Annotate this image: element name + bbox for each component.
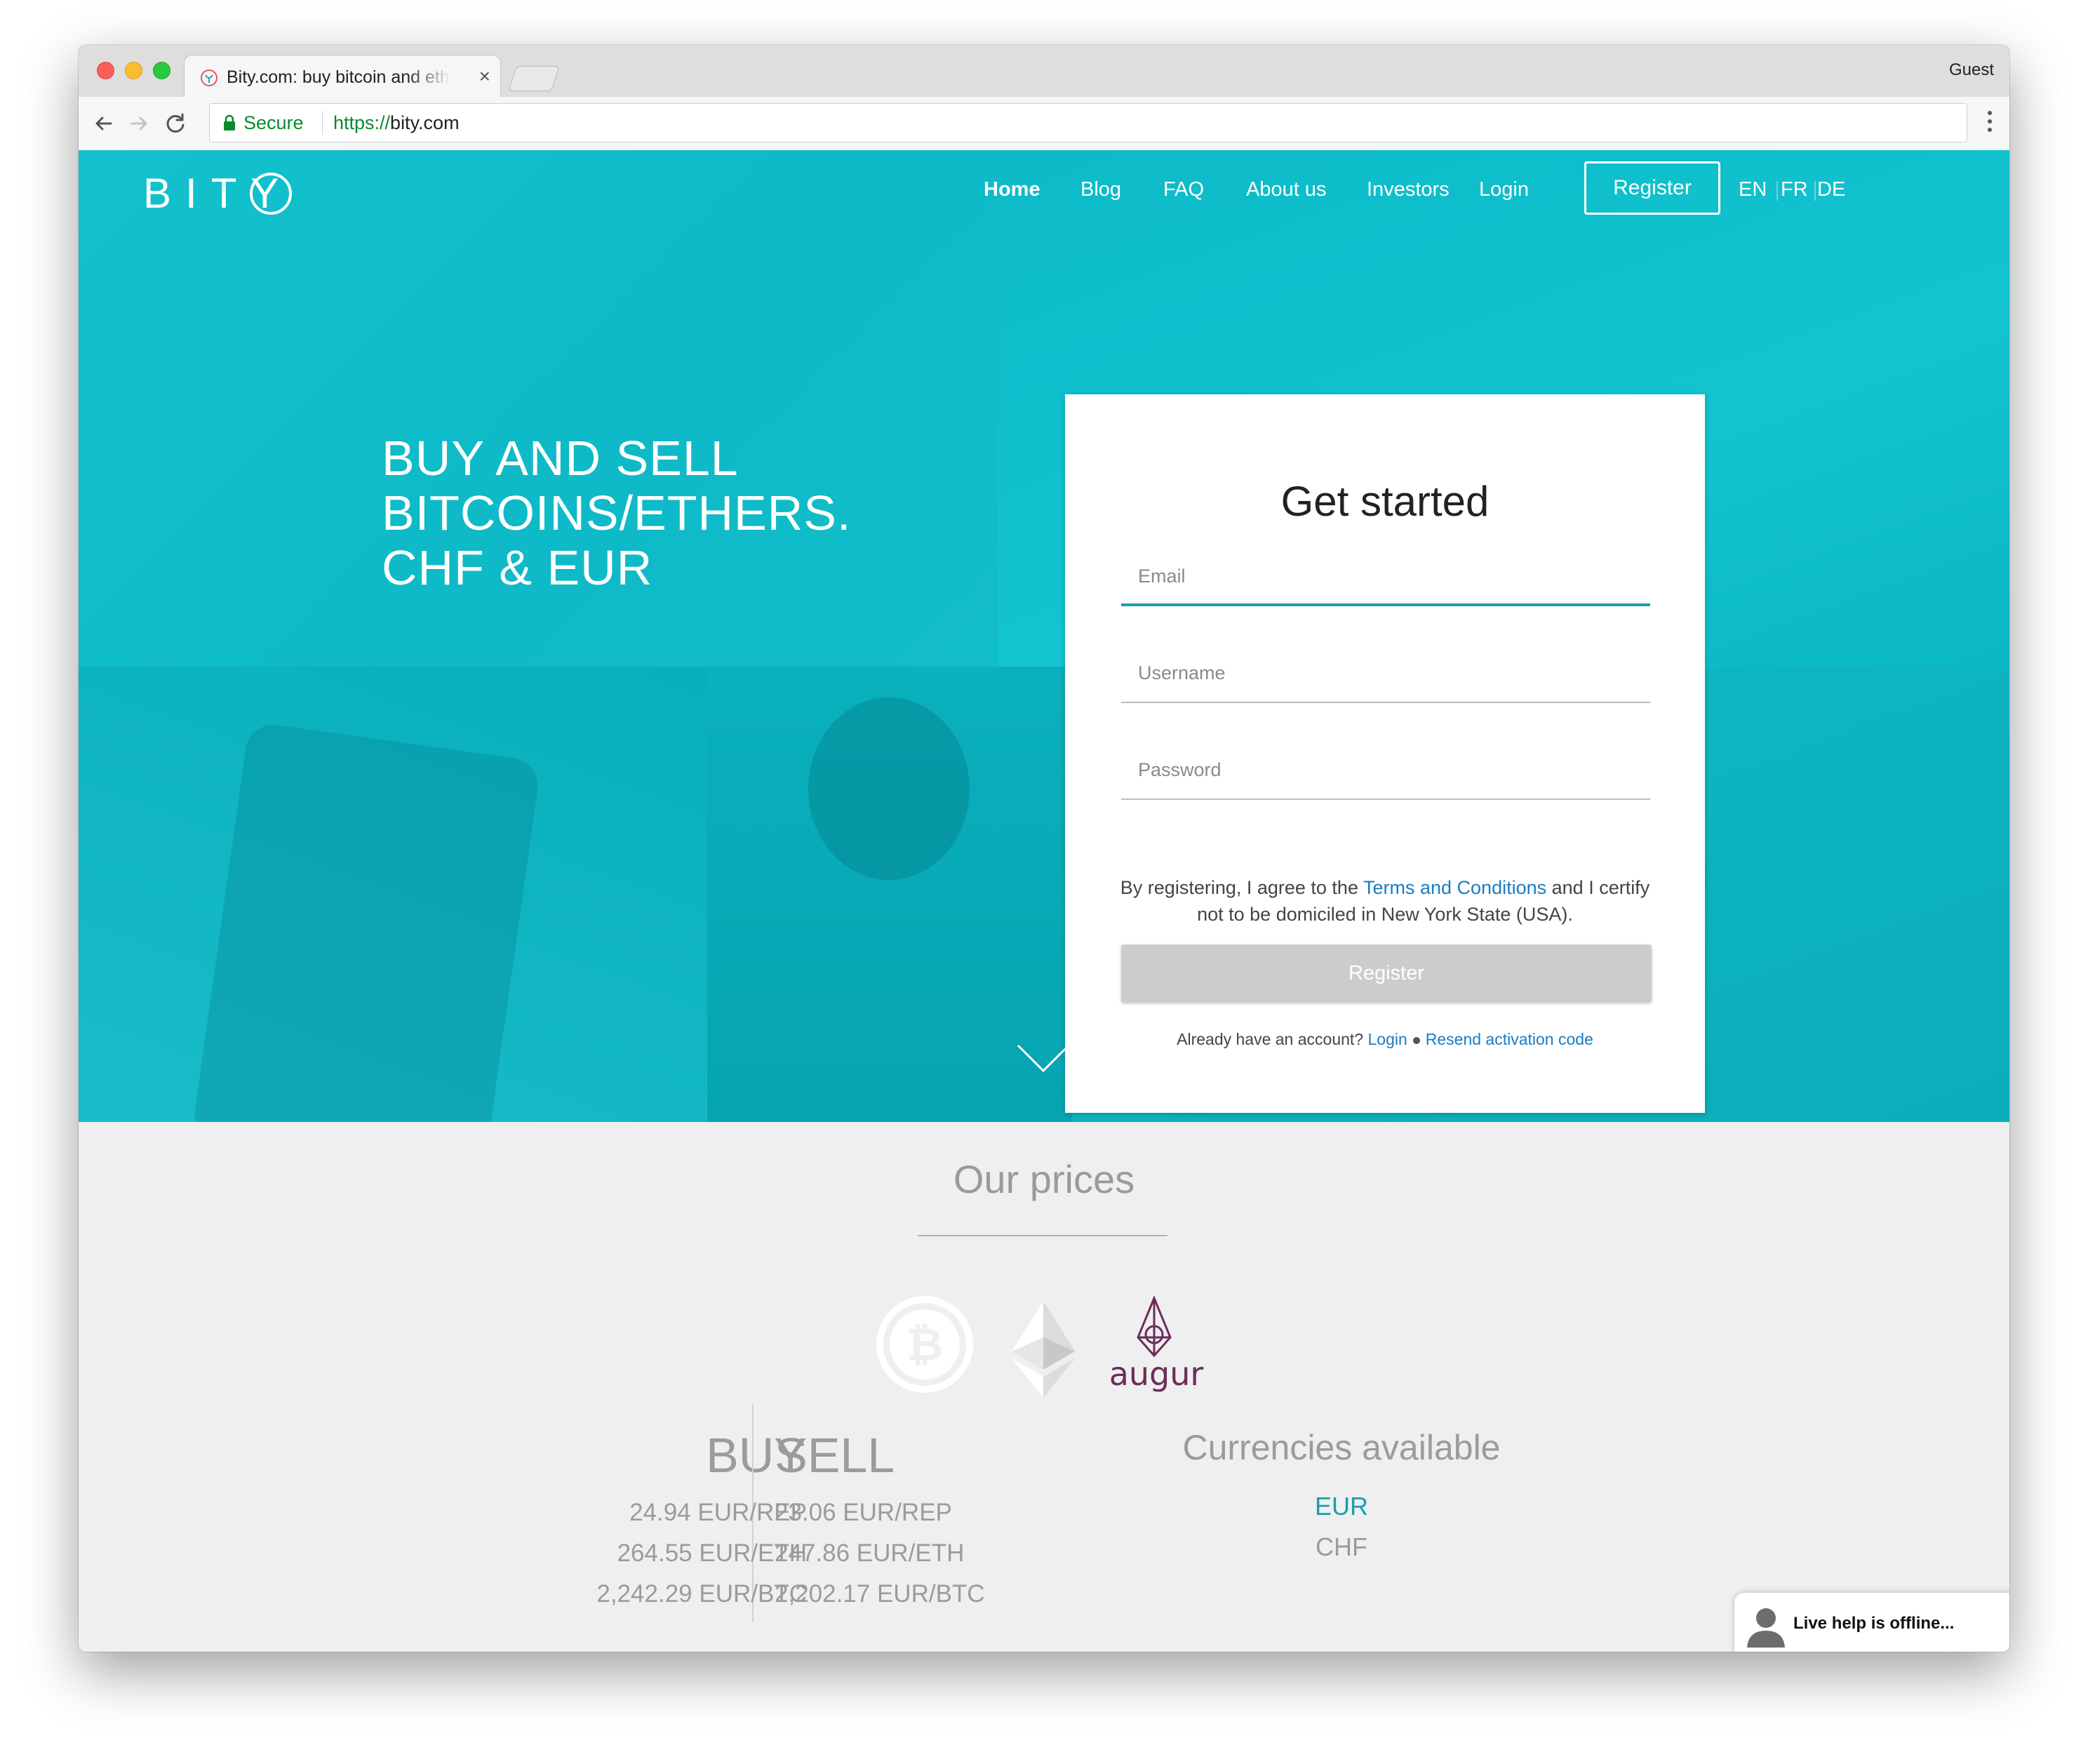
nav-login[interactable]: Login — [1479, 178, 1529, 201]
lang-de[interactable]: DE — [1817, 178, 1845, 201]
lock-icon — [224, 114, 235, 131]
browser-tab[interactable]: Bity.com: buy bitcoin and ethers × — [184, 55, 501, 99]
lang-fr[interactable]: FR — [1781, 178, 1808, 201]
buy-price-eth: 264.55 EUR/ETH — [617, 1539, 807, 1567]
signup-title: Get started — [1280, 478, 1490, 525]
nav-blog[interactable]: Blog — [1080, 178, 1121, 201]
bitcoin-icon[interactable]: ₿ — [876, 1295, 974, 1394]
signup-card: Get started Email Username Password By r… — [1065, 394, 1705, 1113]
currencies-header: Currencies available — [1182, 1428, 1501, 1467]
email-underline — [1121, 603, 1650, 606]
buy-price-btc: 2,242.29 EUR/BTC — [596, 1580, 807, 1608]
address-bar[interactable]: Secure https://bity.com — [209, 103, 1967, 142]
augur-icon[interactable]: augur — [1110, 1294, 1215, 1399]
nav-investors[interactable]: Investors — [1367, 178, 1450, 201]
browser-toolbar: Secure https://bity.com — [79, 97, 2009, 151]
register-submit-button[interactable]: Register — [1121, 944, 1652, 1002]
hero-headline: BUY AND SELL BITCOINS/ETHERS. CHF & EUR — [382, 431, 851, 595]
bity-logo[interactable]: BITY — [143, 160, 326, 223]
zoom-window-button[interactable] — [153, 62, 170, 79]
nav-faq[interactable]: FAQ — [1163, 178, 1204, 201]
browser-menu-icon[interactable] — [1987, 111, 1993, 136]
username-underline — [1121, 702, 1650, 703]
email-placeholder: Email — [1138, 566, 1186, 587]
nav-home[interactable]: Home — [984, 178, 1040, 201]
person-photo-shape — [808, 697, 970, 880]
currency-eur[interactable]: EUR — [1271, 1492, 1412, 1521]
password-field[interactable]: Password — [1121, 751, 1650, 800]
close-window-button[interactable] — [97, 62, 114, 79]
url-scheme: https:// — [333, 112, 391, 133]
address-divider — [322, 111, 323, 135]
resend-activation-link[interactable]: Resend activation code — [1426, 1030, 1593, 1048]
scroll-down-chevron-icon[interactable] — [1016, 1043, 1071, 1074]
svg-text:₿: ₿ — [906, 1319, 943, 1371]
currency-chf[interactable]: CHF — [1271, 1532, 1412, 1562]
bullet-separator — [1412, 1036, 1420, 1044]
minimize-window-button[interactable] — [125, 62, 142, 79]
prices-divider — [918, 1235, 1167, 1236]
bity-favicon-icon — [201, 69, 218, 86]
email-field[interactable]: Email — [1121, 557, 1650, 606]
secure-label: Secure — [243, 112, 304, 133]
prices-title: Our prices — [953, 1157, 1135, 1201]
ethereum-icon[interactable] — [1012, 1301, 1075, 1398]
tab-close-icon[interactable]: × — [479, 64, 490, 89]
buy-price-rep: 24.94 EUR/REP — [629, 1499, 807, 1526]
register-header-button[interactable]: Register — [1584, 161, 1720, 215]
sell-header: SELL — [775, 1428, 895, 1483]
live-help-label: Live help is offline... — [1793, 1614, 1955, 1633]
new-tab-button[interactable] — [508, 66, 560, 91]
support-agent-icon — [1747, 1608, 1785, 1648]
url-host: bity.com — [390, 112, 460, 133]
headline-line: BITCOINS/ETHERS. — [382, 486, 852, 540]
back-arrow-icon[interactable] — [90, 109, 118, 138]
browser-window: Bity.com: buy bitcoin and ethers × Guest… — [79, 45, 2009, 1652]
username-field[interactable]: Username — [1121, 654, 1650, 703]
already-text: Already have an account? — [1177, 1030, 1364, 1048]
sell-price-eth: 247.86 EUR/ETH — [775, 1539, 965, 1567]
forward-arrow-icon[interactable] — [125, 109, 153, 138]
headline-line: BUY AND SELL — [382, 431, 739, 486]
hero-section: BITY Home Blog FAQ About us Investors Lo… — [79, 150, 2009, 1122]
nav-about-us[interactable]: About us — [1246, 178, 1326, 201]
lang-divider — [1776, 181, 1778, 201]
phone-photo-shape — [191, 721, 542, 1122]
profile-label[interactable]: Guest — [1949, 60, 1994, 80]
live-help-widget[interactable]: Live help is offline... — [1734, 1593, 2009, 1652]
password-placeholder: Password — [1138, 759, 1222, 780]
terms-notice: By registering, I agree to the Terms and… — [1107, 874, 1663, 928]
tab-title: Bity.com: buy bitcoin and ethers — [227, 67, 451, 87]
augur-label: augur — [1110, 1355, 1203, 1393]
terms-text-before: By registering, I agree to the — [1120, 877, 1358, 898]
sell-price-btc: 2,202.17 EUR/BTC — [775, 1580, 985, 1608]
lang-divider — [1814, 181, 1816, 201]
terms-link[interactable]: Terms and Conditions — [1363, 877, 1546, 898]
username-placeholder: Username — [1138, 662, 1226, 683]
password-underline — [1121, 799, 1650, 800]
sell-price-rep: 23.06 EUR/REP — [775, 1499, 952, 1526]
headline-line: CHF & EUR — [382, 540, 653, 595]
tab-strip: Bity.com: buy bitcoin and ethers × Guest — [79, 45, 2009, 99]
login-link[interactable]: Login — [1367, 1030, 1407, 1048]
url-text: https://bity.com — [333, 112, 460, 134]
account-links: Already have an account? Login Resend act… — [1065, 1030, 1705, 1049]
lang-en[interactable]: EN — [1739, 178, 1767, 201]
reload-icon[interactable] — [161, 109, 189, 138]
logo-letters: BITY — [143, 170, 293, 217]
